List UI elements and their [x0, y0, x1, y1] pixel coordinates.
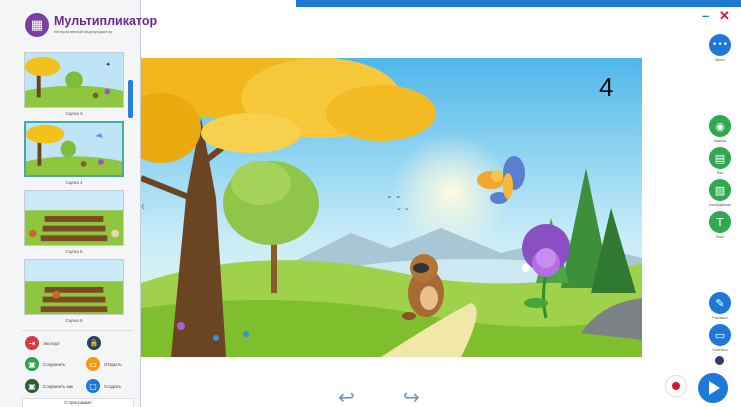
menu-label: Меню: [715, 58, 725, 62]
create-label: Создать: [104, 383, 122, 389]
sidebar: ▦ Мультипликатор Интерактивный видеореда…: [0, 0, 157, 407]
save-as-label: Сохранить как: [43, 383, 74, 389]
save-as-icon: ▣: [25, 379, 39, 393]
save-icon: ▣: [25, 357, 39, 371]
text-label: Текст: [715, 235, 725, 239]
open-label: Открыть: [104, 361, 122, 367]
clear-lock-icon[interactable]: [715, 356, 724, 365]
scene-item[interactable]: Сцена 6: [24, 259, 124, 323]
create-icon: ▢: [86, 379, 100, 393]
scene-item[interactable]: ✦ Сцена 3: [24, 52, 124, 116]
save-button[interactable]: ▣ Сохранить: [25, 357, 65, 371]
paint-label: Рисовать: [712, 316, 728, 320]
create-button[interactable]: ▢ Создать: [86, 379, 121, 393]
scene-thumbnail[interactable]: [24, 121, 124, 177]
app-window: ▦ Мультипликатор Интерактивный видеореда…: [0, 0, 741, 407]
app-title: Мультипликатор: [54, 14, 158, 28]
top-band: [296, 0, 741, 7]
record-icon: [672, 382, 680, 390]
undo-button[interactable]: ↩: [338, 385, 355, 407]
lock-button[interactable]: 🔒: [87, 336, 101, 350]
background-icon: ▤: [709, 147, 731, 169]
svg-text:⌄ ⌄: ⌄ ⌄: [396, 205, 410, 212]
images-label: Изображения: [709, 203, 731, 207]
scene-thumbnail[interactable]: ✦: [24, 52, 124, 108]
stage-canvas[interactable]: ⌄ ⌄ ⌄ ⌄: [141, 58, 642, 357]
scene-item-active[interactable]: Сцена 4: [24, 121, 124, 185]
film-icon: ▦: [25, 13, 49, 37]
app-subtitle: Интерактивный видеоредактор: [54, 29, 113, 34]
text-button[interactable]: T Текст: [708, 211, 732, 239]
scene-scrollbar[interactable]: [128, 80, 133, 118]
paint-icon: ✎: [709, 292, 731, 314]
export-button[interactable]: ⇥ Экспорт: [25, 336, 60, 350]
about-button[interactable]: О программе: [22, 398, 134, 407]
svg-text:✦: ✦: [105, 61, 111, 69]
folder-icon: ▭: [86, 357, 100, 371]
stage-prev-arrow[interactable]: ‹: [141, 199, 145, 213]
clear-icon: ▭: [709, 324, 731, 346]
paint-button[interactable]: ✎ Рисовать: [708, 292, 732, 320]
minimize-button[interactable]: –: [702, 8, 709, 23]
save-as-button[interactable]: ▣ Сохранить как: [25, 379, 73, 393]
close-button[interactable]: ✕: [719, 8, 730, 24]
lock-icon: 🔒: [87, 336, 101, 350]
scene-list[interactable]: ✦ Сцена 3 Сцена 4 Сцена 5 Сцена 6: [22, 50, 127, 328]
images-button[interactable]: ▨ Изображения: [708, 179, 732, 207]
export-label: Экспорт: [43, 340, 60, 346]
svg-text:⌄ ⌄: ⌄ ⌄: [386, 191, 402, 200]
scene-thumbnail[interactable]: [24, 259, 124, 315]
play-icon: [709, 381, 720, 395]
image-icon: ▨: [709, 179, 731, 201]
scene-item[interactable]: Сцена 5: [24, 190, 124, 254]
scene-illustration: ⌄ ⌄ ⌄ ⌄: [141, 58, 642, 357]
open-button[interactable]: ▭ Открыть: [86, 357, 122, 371]
sidebar-divider: [22, 330, 134, 331]
camera-icon: ◉: [709, 115, 731, 137]
camera-button[interactable]: ◉ Камера: [708, 115, 732, 143]
scene-label: Сцена 6: [65, 318, 83, 323]
frame-number: 4: [599, 72, 614, 102]
clear-label: Очистить: [712, 348, 728, 352]
camera-label: Камера: [713, 139, 727, 143]
record-button[interactable]: [665, 375, 687, 397]
text-icon: T: [709, 211, 731, 233]
background-label: Фон: [716, 171, 724, 175]
redo-button[interactable]: ↪: [403, 385, 420, 407]
menu-button[interactable]: ••• Меню: [708, 34, 732, 62]
clear-button[interactable]: ▭ Очистить: [708, 324, 732, 352]
scene-label: Сцена 5: [65, 249, 83, 254]
play-button[interactable]: [698, 373, 728, 403]
more-dots-icon: •••: [709, 34, 731, 56]
export-icon: ⇥: [25, 336, 39, 350]
scene-thumbnail[interactable]: [24, 190, 124, 246]
scene-label: Сцена 4: [65, 180, 83, 185]
scene-label: Сцена 3: [65, 111, 83, 116]
background-button[interactable]: ▤ Фон: [708, 147, 732, 175]
save-label: Сохранить: [43, 361, 66, 367]
